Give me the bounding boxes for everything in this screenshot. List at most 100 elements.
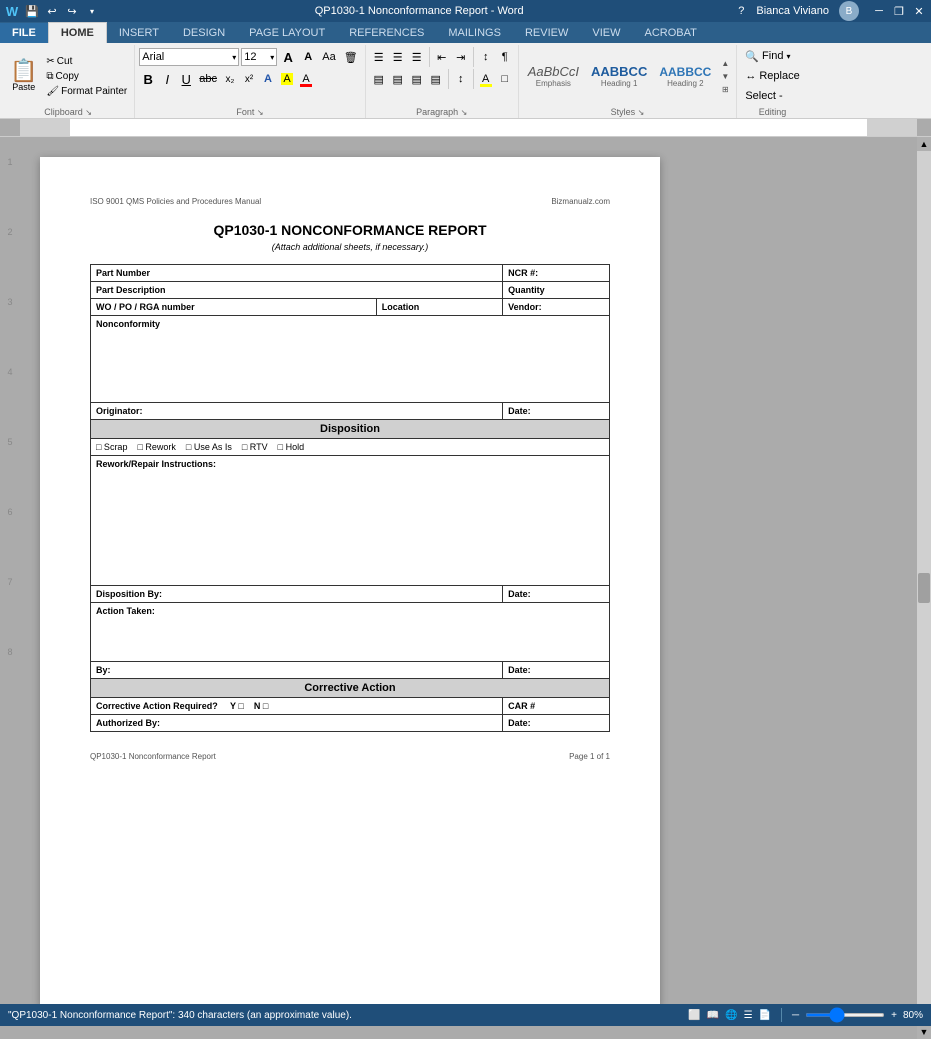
tab-file[interactable]: FILE bbox=[0, 23, 48, 43]
user-name[interactable]: Bianca Viviano bbox=[756, 5, 829, 17]
numbering-button[interactable]: ☰ bbox=[389, 47, 407, 67]
paste-icon: 📋 bbox=[10, 60, 37, 82]
footer-left: QP1030-1 Nonconformance Report bbox=[90, 752, 216, 761]
font-shrink-button[interactable]: A bbox=[299, 47, 317, 67]
strikethrough-button[interactable]: abc bbox=[196, 69, 220, 89]
action-taken-cell: Action Taken: bbox=[91, 603, 610, 662]
scroll-up-button[interactable]: ▲ bbox=[917, 137, 931, 151]
use-as-is-checkbox[interactable]: □ Use As Is bbox=[186, 442, 232, 452]
superscript-button[interactable]: x² bbox=[240, 69, 258, 89]
yes-checkbox[interactable]: Y □ bbox=[230, 701, 244, 711]
decrease-indent-button[interactable]: ⇤ bbox=[433, 47, 451, 67]
line-spacing-button[interactable]: ↕ bbox=[452, 69, 470, 89]
tab-insert[interactable]: INSERT bbox=[107, 23, 171, 43]
tab-view[interactable]: VIEW bbox=[580, 23, 632, 43]
web-view-icon[interactable]: 🌐 bbox=[725, 1010, 737, 1021]
zoom-out-button[interactable]: ─ bbox=[792, 1010, 799, 1021]
italic-button[interactable]: I bbox=[158, 69, 176, 89]
replace-button[interactable]: ↔ Replace bbox=[741, 67, 803, 85]
align-right-button[interactable]: ▤ bbox=[408, 69, 426, 89]
close-button[interactable]: ✕ bbox=[911, 3, 927, 19]
scrap-checkbox[interactable]: □ Scrap bbox=[96, 442, 127, 452]
tab-review[interactable]: REVIEW bbox=[513, 23, 580, 43]
tab-page-layout[interactable]: PAGE LAYOUT bbox=[237, 23, 337, 43]
table-row: Authorized By: Date: bbox=[91, 715, 610, 732]
styles-more[interactable]: ⊞ bbox=[718, 83, 732, 95]
status-divider bbox=[781, 1008, 782, 1022]
tab-acrobat[interactable]: ACROBAT bbox=[632, 23, 708, 43]
rework-checkbox[interactable]: □ Rework bbox=[137, 442, 175, 452]
subscript-button[interactable]: x₂ bbox=[221, 69, 239, 89]
table-row: □ Scrap □ Rework □ Use As Is □ RTV □ Hol… bbox=[91, 439, 610, 456]
tab-references[interactable]: REFERENCES bbox=[337, 23, 436, 43]
copy-button[interactable]: ⧉Copy bbox=[43, 70, 130, 83]
find-button[interactable]: 🔍 Find ▾ bbox=[741, 47, 794, 65]
wo-po-rga-label: WO / PO / RGA number bbox=[91, 299, 377, 316]
borders-button[interactable]: □ bbox=[496, 69, 514, 89]
scroll-thumb[interactable] bbox=[918, 573, 930, 603]
zoom-in-button[interactable]: + bbox=[891, 1010, 897, 1021]
align-left-button[interactable]: ▤ bbox=[370, 69, 388, 89]
table-row: Disposition bbox=[91, 420, 610, 439]
multilevel-button[interactable]: ☰ bbox=[408, 47, 426, 67]
style-emphasis[interactable]: AaBbCcI Emphasis bbox=[523, 53, 584, 99]
document-scroll-area[interactable]: ISO 9001 QMS Policies and Procedures Man… bbox=[20, 137, 917, 1039]
restore-button[interactable]: ❐ bbox=[891, 3, 907, 19]
cut-button[interactable]: ✂Cut bbox=[43, 55, 130, 68]
align-center-button[interactable]: ▤ bbox=[389, 69, 407, 89]
increase-indent-button[interactable]: ⇥ bbox=[452, 47, 470, 67]
shading-button[interactable]: A bbox=[477, 69, 495, 89]
undo-icon[interactable]: ↩ bbox=[44, 3, 60, 19]
styles-scroll-up[interactable]: ▲ bbox=[718, 57, 732, 69]
help-icon[interactable]: ? bbox=[738, 5, 744, 17]
copy-icon: ⧉ bbox=[46, 71, 53, 82]
tab-design[interactable]: DESIGN bbox=[171, 23, 237, 43]
font-color-button[interactable]: A bbox=[297, 69, 315, 89]
change-case-button[interactable]: Aa bbox=[319, 47, 338, 67]
footer-right: Page 1 of 1 bbox=[569, 752, 610, 761]
styles-scroll-down[interactable]: ▼ bbox=[718, 70, 732, 82]
show-hide-button[interactable]: ¶ bbox=[496, 47, 514, 67]
editing-group: 🔍 Find ▾ ↔ Replace Select - Editing bbox=[737, 45, 807, 118]
table-row: Action Taken: bbox=[91, 603, 610, 662]
hold-checkbox[interactable]: □ Hold bbox=[278, 442, 304, 452]
text-effects-button[interactable]: A bbox=[259, 69, 277, 89]
ruler-marker-6: 6 bbox=[7, 507, 12, 517]
document-page: ISO 9001 QMS Policies and Procedures Man… bbox=[40, 157, 660, 1007]
format-painter-button[interactable]: 🖌Format Painter bbox=[43, 85, 130, 98]
rtv-checkbox[interactable]: □ RTV bbox=[242, 442, 268, 452]
select-button[interactable]: Select - bbox=[741, 87, 786, 105]
zoom-slider[interactable] bbox=[805, 1013, 885, 1017]
bold-button[interactable]: B bbox=[139, 69, 157, 89]
bullets-button[interactable]: ☰ bbox=[370, 47, 388, 67]
paste-button[interactable]: 📋 Paste bbox=[6, 58, 41, 94]
clear-formatting-button[interactable]: 🗑 bbox=[341, 47, 361, 67]
underline-button[interactable]: U bbox=[177, 69, 195, 89]
layout-view-icon[interactable]: ⬜ bbox=[688, 1010, 700, 1021]
vertical-scrollbar[interactable]: ▲ ▼ bbox=[917, 137, 931, 1039]
sort-button[interactable]: ↕ bbox=[477, 47, 495, 67]
highlight-button[interactable]: A bbox=[278, 69, 296, 89]
redo-icon[interactable]: ↪ bbox=[64, 3, 80, 19]
date-label: Date: bbox=[503, 403, 610, 420]
style-heading1[interactable]: AABBCC Heading 1 bbox=[586, 53, 652, 99]
font-name-dropdown[interactable]: Arial▾ bbox=[139, 48, 239, 66]
title-bar: W 💾 ↩ ↪ ▾ QP1030-1 Nonconformance Report… bbox=[0, 0, 931, 22]
no-checkbox[interactable]: N □ bbox=[254, 701, 268, 711]
customize-icon[interactable]: ▾ bbox=[84, 3, 100, 19]
save-icon[interactable]: 💾 bbox=[24, 3, 40, 19]
font-size-dropdown[interactable]: 12▾ bbox=[241, 48, 277, 66]
tab-home[interactable]: HOME bbox=[48, 22, 107, 43]
scroll-down-button[interactable]: ▼ bbox=[917, 1025, 931, 1039]
justify-button[interactable]: ▤ bbox=[427, 69, 445, 89]
action-date-label: Date: bbox=[503, 662, 610, 679]
read-view-icon[interactable]: 📖 bbox=[707, 1010, 719, 1021]
table-row: Nonconformity bbox=[91, 316, 610, 403]
outline-view-icon[interactable]: ☰ bbox=[744, 1010, 753, 1021]
draft-view-icon[interactable]: 📄 bbox=[759, 1010, 771, 1021]
style-heading2[interactable]: AABBCC Heading 2 bbox=[654, 53, 716, 99]
tab-mailings[interactable]: MAILINGS bbox=[436, 23, 513, 43]
minimize-button[interactable]: ─ bbox=[871, 3, 887, 19]
font-grow-button[interactable]: A bbox=[279, 47, 297, 67]
clipboard-group-label: Clipboard ↘ bbox=[6, 105, 130, 118]
